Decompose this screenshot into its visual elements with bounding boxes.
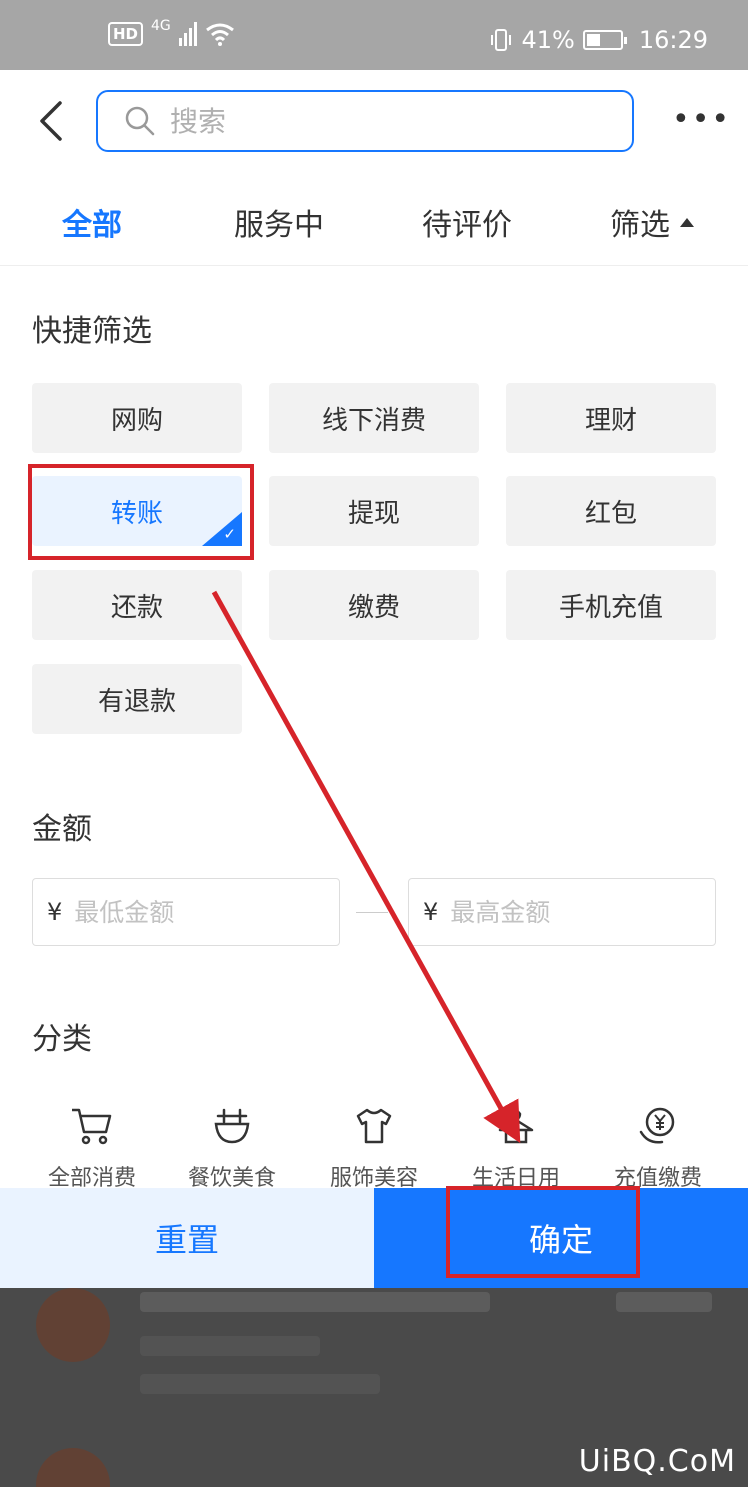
watermark: UiBQ.CoM xyxy=(578,1444,736,1479)
annotation-arrow xyxy=(211,590,521,1144)
